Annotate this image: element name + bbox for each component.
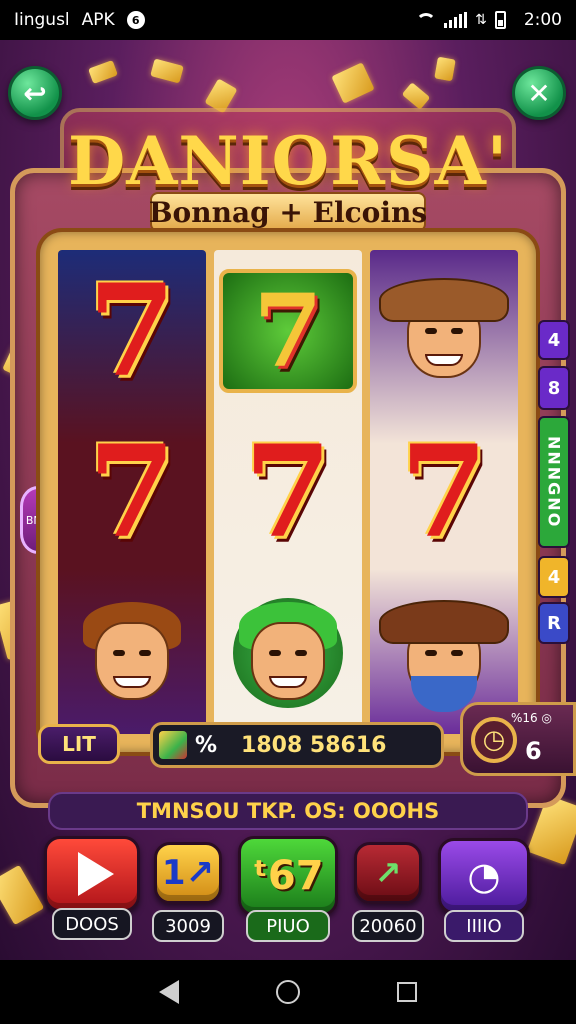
cowboy-face-icon xyxy=(379,276,509,386)
status-time: 2:00 xyxy=(523,10,562,30)
coin-decoration xyxy=(434,56,456,82)
coin-decoration xyxy=(150,58,184,84)
home-icon[interactable] xyxy=(275,980,300,1004)
reel-cell xyxy=(58,573,206,734)
balance-bar: % 1808 58616 xyxy=(150,722,444,768)
seven-symbol: 7 xyxy=(88,256,176,405)
character-face-icon xyxy=(77,598,187,708)
reel-cell: 7 xyxy=(370,411,518,572)
arrow-button[interactable]: ↗ xyxy=(354,842,422,904)
slot-game-area: ↩ ✕ DANIORSA' Bonnag + Elcoins BNG 7 7 7… xyxy=(0,40,576,960)
back-icon[interactable] xyxy=(158,980,179,1004)
character-face-icon xyxy=(233,598,343,709)
seven-symbol: 7 xyxy=(253,271,323,390)
reel-cell xyxy=(214,573,362,734)
bet-one-button[interactable]: 1↗ xyxy=(154,842,222,904)
close-icon[interactable]: ✕ xyxy=(512,66,566,120)
side-pill-5[interactable]: R xyxy=(538,602,570,644)
reel-cell xyxy=(370,250,518,411)
side-pill-4[interactable]: 4 xyxy=(538,556,570,598)
coin-decoration xyxy=(331,62,375,104)
coin-decoration xyxy=(88,60,118,84)
side-pill-1[interactable]: 4 xyxy=(538,320,570,360)
play-label: DOOS xyxy=(52,908,132,940)
seven-symbol: 7 xyxy=(400,417,488,566)
ticker-bar: TMNSOU TKP. OS: OOOHS xyxy=(48,792,528,830)
bearded-cowboy-face-icon xyxy=(379,598,509,713)
clock-label: IIIIO xyxy=(444,910,524,942)
signal-icon xyxy=(444,12,468,28)
navigation-bar xyxy=(0,960,576,1024)
clock-button[interactable]: ◔ xyxy=(438,838,530,914)
side-pill-2[interactable]: 8 xyxy=(538,366,570,410)
timer-box[interactable]: ◷ %16 ◎ 6 xyxy=(460,702,576,776)
status-left-text: Iingusl xyxy=(14,10,70,30)
timer-search-icon: ◔ xyxy=(467,854,501,898)
battery-icon xyxy=(494,11,506,29)
reel-3: 7 xyxy=(370,250,518,734)
seven-symbol: 7 xyxy=(88,417,176,566)
bet-one-label: 3009 xyxy=(152,910,224,942)
one-arrow-icon: 1↗ xyxy=(161,853,215,893)
balance-icon xyxy=(159,731,187,759)
reel-cell: 7 xyxy=(214,411,362,572)
status-app-text: APK xyxy=(81,10,115,30)
back-arrow-icon[interactable]: ↩ xyxy=(8,66,62,120)
arrow-label: 20060 xyxy=(352,910,424,942)
spin-label: PIUO xyxy=(246,910,330,942)
lit-button[interactable]: LIT xyxy=(38,724,120,764)
coin-decoration xyxy=(401,82,431,110)
wifi-icon xyxy=(416,13,437,33)
recent-apps-icon[interactable] xyxy=(397,982,418,1002)
notification-dot-icon: 6 xyxy=(126,11,145,29)
spin-icon: ᵗ67 xyxy=(252,853,324,899)
timer-value: 6 xyxy=(525,737,542,765)
data-icon: ⇅ xyxy=(475,12,487,28)
reels-frame: 7 7 7 7 7 xyxy=(40,232,536,752)
play-icon xyxy=(78,852,114,896)
side-pill-3[interactable]: NNNGNO xyxy=(538,416,570,548)
green-seven-tile: 7 xyxy=(219,268,357,393)
reel-2: 7 7 xyxy=(214,250,362,734)
seven-symbol: 7 xyxy=(244,417,332,566)
balance-percent: % xyxy=(195,732,218,758)
reel-cell: 7 xyxy=(58,411,206,572)
status-bar: Iingusl APK 6 ⇅ 2:00 xyxy=(0,0,576,40)
reels: 7 7 7 7 7 xyxy=(58,250,518,734)
reel-cell: 7 xyxy=(214,250,362,411)
timer-label: %16 ◎ xyxy=(511,711,552,725)
game-title: DANIORSA' xyxy=(67,122,509,200)
balance-value: 1808 58616 xyxy=(241,732,387,758)
reel-cell: 7 xyxy=(58,250,206,411)
arrow-icon: ↗ xyxy=(374,854,402,892)
reel-1: 7 7 xyxy=(58,250,206,734)
coin-decoration xyxy=(0,864,45,926)
play-button[interactable] xyxy=(44,836,140,912)
game-subtitle: Bonnag + Elcoins xyxy=(148,196,428,229)
spin-button[interactable]: ᵗ67 xyxy=(238,836,338,916)
